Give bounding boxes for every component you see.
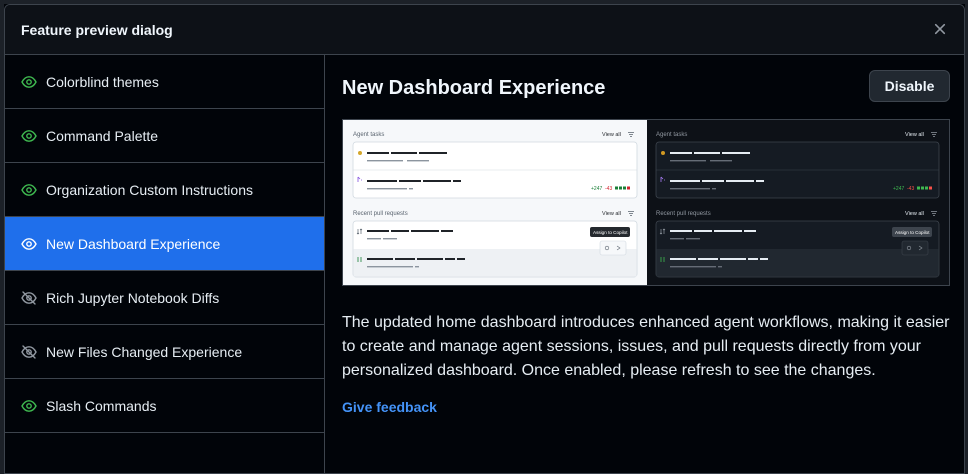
feature-preview-dialog: Feature preview dialog Colorblind themes… bbox=[4, 4, 965, 474]
light-additions: +247 bbox=[591, 186, 602, 192]
light-view-all-label-2: View all bbox=[602, 211, 621, 217]
eye-icon bbox=[21, 398, 37, 414]
dark-theme-preview: Agent tasks View all +247 -43 Recent pul… bbox=[647, 120, 949, 285]
eye-icon bbox=[21, 236, 37, 252]
feature-list-sidebar: Colorblind themes Command Palette Organiza… bbox=[5, 55, 325, 473]
dark-additions: +247 bbox=[893, 186, 904, 192]
sidebar-item-label: New Files Changed Experience bbox=[46, 343, 243, 360]
sidebar-item-new-dashboard-experience[interactable]: New Dashboard Experience bbox=[5, 217, 324, 271]
sidebar-item-label: Colorblind themes bbox=[46, 73, 159, 90]
disable-button[interactable]: Disable bbox=[869, 70, 950, 102]
light-assign-tooltip: Assign to Copilot bbox=[593, 230, 628, 235]
light-recent-prs-label: Recent pull requests bbox=[353, 211, 408, 217]
sidebar-item-label: Slash Commands bbox=[46, 397, 157, 414]
sidebar-item-label: New Dashboard Experience bbox=[46, 235, 221, 252]
dark-agent-icon bbox=[661, 151, 665, 155]
light-agent-icon bbox=[358, 151, 362, 155]
eye-icon bbox=[21, 74, 37, 90]
feature-preview-image: Agent tasks View all +247 -43 Recent pul… bbox=[342, 119, 950, 286]
x-icon bbox=[934, 23, 946, 35]
sidebar-item-label: Rich Jupyter Notebook Diffs bbox=[46, 289, 220, 306]
dark-recent-prs-label: Recent pull requests bbox=[656, 211, 711, 217]
dark-deletions: -43 bbox=[907, 186, 914, 192]
sidebar-item-label: Command Palette bbox=[46, 127, 159, 144]
eye-closed-icon bbox=[21, 290, 37, 306]
light-theme-preview: Agent tasks View all +247 -43 Recent pul… bbox=[343, 120, 647, 285]
eye-closed-icon bbox=[21, 344, 37, 360]
sidebar-item-rich-jupyter-notebook-diffs[interactable]: Rich Jupyter Notebook Diffs bbox=[5, 271, 324, 325]
sidebar-item-command-palette[interactable]: Command Palette bbox=[5, 109, 324, 163]
feature-detail-panel: New Dashboard Experience Disable Agent t… bbox=[326, 55, 964, 473]
feature-title: New Dashboard Experience bbox=[342, 77, 606, 99]
eye-icon bbox=[21, 128, 37, 144]
light-view-all-label: View all bbox=[602, 132, 621, 138]
light-deletions: -43 bbox=[605, 186, 612, 192]
dark-assign-tooltip: Assign to Copilot bbox=[895, 230, 930, 235]
sidebar-item-colorblind-themes[interactable]: Colorblind themes bbox=[5, 55, 324, 109]
feature-description: The updated home dashboard introduces en… bbox=[342, 314, 950, 379]
give-feedback-link[interactable]: Give feedback bbox=[342, 399, 437, 415]
sidebar-item-label: Organization Custom Instructions bbox=[46, 181, 253, 198]
sidebar-item-organization-custom-instructions[interactable]: Organization Custom Instructions bbox=[5, 163, 324, 217]
close-button[interactable] bbox=[928, 17, 952, 41]
sidebar-item-slash-commands[interactable]: Slash Commands bbox=[5, 379, 324, 433]
dialog-title: Feature preview dialog bbox=[21, 22, 173, 38]
dark-view-all-label: View all bbox=[905, 132, 924, 138]
eye-icon bbox=[21, 182, 37, 198]
dark-agent-tasks-label: Agent tasks bbox=[656, 132, 687, 138]
sidebar-item-new-files-changed-experience[interactable]: New Files Changed Experience bbox=[5, 325, 324, 379]
dark-view-all-label-2: View all bbox=[905, 211, 924, 217]
light-agent-tasks-label: Agent tasks bbox=[353, 132, 384, 138]
dialog-header: Feature preview dialog bbox=[5, 5, 964, 55]
